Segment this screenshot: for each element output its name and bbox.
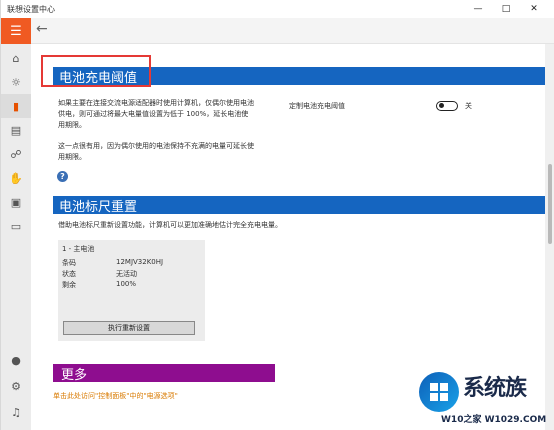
battery-icon: ▮: [12, 99, 20, 113]
camera-icon: ▣: [10, 195, 22, 209]
hamburger-menu-button[interactable]: ☰: [1, 18, 31, 44]
watermark: 系统族 W10之家 W1029.COM: [419, 368, 554, 430]
megaphone-icon: ♫: [11, 405, 21, 419]
custom-threshold-label: 定制电池充电阈值: [289, 102, 345, 110]
custom-threshold-toggle[interactable]: [436, 101, 458, 111]
window-title: 联想设置中心: [7, 4, 55, 14]
threshold-description: 如果主要在连接交流电源适配器时使用计算机，仅偶尔使用电池供电，则可通过将最大电量…: [58, 99, 254, 129]
maximize-icon: □: [501, 4, 511, 14]
back-arrow-icon: ←: [36, 21, 48, 37]
scrollbar-thumb[interactable]: [548, 164, 552, 244]
gauge-title: 电池标尺重置: [59, 199, 138, 215]
watermark-brand: 系统族: [463, 376, 527, 401]
battery-card-heading: 1 - 主电池: [62, 245, 95, 253]
lightbulb-icon: ☼: [11, 75, 21, 89]
settings-app-window: 联想设置中心 — □ ✕ ☰ ⌂ ☼ ▮ ▤ ☍ ✋ ▣ ▭ ● ⚙ ♫ ← 电…: [0, 0, 554, 430]
more-title: 更多: [61, 367, 88, 383]
battery-card: 1 - 主电池 条码 12MJV32K0HJ 状态 无活动 剩余 100% 执行…: [58, 240, 205, 341]
sidebar-item-monitor[interactable]: ▭: [1, 214, 31, 238]
run-reset-button[interactable]: 执行重新设置: [63, 321, 195, 335]
toggle-state-label: 关: [465, 102, 472, 110]
navigation-bar: ←: [31, 18, 554, 44]
remaining-value: 100%: [116, 280, 137, 288]
help-button[interactable]: ?: [57, 171, 68, 182]
section-header-more: 更多: [53, 364, 275, 383]
minimize-icon: —: [473, 4, 483, 14]
barcode-label: 条码: [62, 259, 76, 267]
status-label: 状态: [62, 270, 76, 278]
remaining-label: 剩余: [62, 281, 76, 289]
help-icon: ?: [60, 172, 65, 181]
maximize-button[interactable]: □: [491, 0, 521, 18]
user-icon: ●: [11, 353, 21, 367]
sidebar-item-input[interactable]: ✋: [1, 166, 31, 190]
hamburger-icon: ☰: [10, 23, 22, 39]
network-icon: ☍: [10, 147, 22, 161]
sidebar-item-camera[interactable]: ▣: [1, 190, 31, 214]
touchpad-icon: ✋: [9, 171, 23, 185]
sidebar-item-home[interactable]: ⌂: [1, 46, 31, 70]
home-icon: ⌂: [12, 51, 20, 65]
sidebar-item-network[interactable]: ☍: [1, 142, 31, 166]
audio-icon: ▤: [10, 123, 22, 137]
sidebar-item-display[interactable]: ☼: [1, 70, 31, 94]
section-header-gauge: 电池标尺重置: [53, 196, 545, 215]
barcode-value: 12MJV32K0HJ: [116, 258, 164, 266]
close-icon: ✕: [530, 4, 538, 14]
monitor-icon: ▭: [10, 219, 22, 233]
toggle-knob: [439, 103, 444, 108]
sidebar-item-account[interactable]: ●: [1, 348, 31, 372]
windows-logo-icon: [419, 372, 459, 412]
back-button[interactable]: ←: [36, 21, 48, 37]
watermark-site: W10之家 W1029.COM: [441, 415, 547, 425]
sidebar-item-feedback[interactable]: ♫: [1, 400, 31, 424]
sidebar-item-settings[interactable]: ⚙: [1, 374, 31, 398]
sidebar-item-battery[interactable]: ▮: [1, 94, 31, 118]
power-options-link[interactable]: 单击此处访问"控制面板"中的"电源选项": [53, 391, 178, 401]
highlight-box: [41, 55, 151, 87]
sidebar-item-audio[interactable]: ▤: [1, 118, 31, 142]
status-value: 无活动: [116, 270, 137, 278]
threshold-note: 这一点很有用，因为偶尔使用的电池保持不充满的电量可延长使用期限。: [58, 142, 254, 161]
sidebar: ☰ ⌂ ☼ ▮ ▤ ☍ ✋ ▣ ▭ ● ⚙ ♫: [1, 18, 31, 430]
close-button[interactable]: ✕: [519, 0, 549, 18]
gear-icon: ⚙: [11, 379, 21, 393]
gauge-description: 借助电池标尺重新设置功能，计算机可以更加准确地估计完全充电电量。: [58, 221, 282, 229]
minimize-button[interactable]: —: [463, 0, 493, 18]
